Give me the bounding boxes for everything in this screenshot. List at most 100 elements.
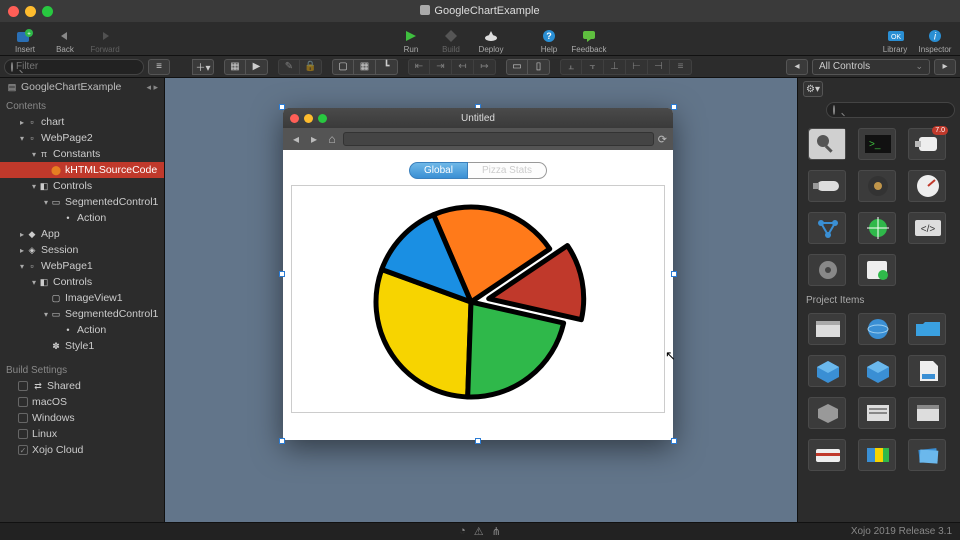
window-zoom[interactable]: [42, 6, 53, 17]
resize-handle[interactable]: [279, 438, 285, 444]
status-warning-icon[interactable]: ⚠: [474, 525, 484, 538]
connector-icon[interactable]: [808, 170, 846, 202]
cube-icon[interactable]: [808, 355, 846, 387]
view-code-button[interactable]: ▶: [246, 59, 268, 75]
form-icon[interactable]: [858, 397, 896, 429]
nav-fwd-icon[interactable]: ▸: [307, 132, 321, 146]
checkbox[interactable]: [18, 429, 28, 439]
usb-icon[interactable]: 7.0: [908, 128, 946, 160]
globe-arrows-icon[interactable]: [858, 212, 896, 244]
lock-button[interactable]: 🔒: [300, 59, 322, 75]
resize-handle[interactable]: [475, 438, 481, 444]
view-layout-button[interactable]: ▦: [224, 59, 246, 75]
status-rss-icon[interactable]: ⋔: [492, 525, 501, 538]
box-icon[interactable]: [808, 397, 846, 429]
forward-button[interactable]: Forward: [86, 22, 124, 54]
gauge-icon[interactable]: [908, 170, 946, 202]
window-minimize[interactable]: [25, 6, 36, 17]
navigator-filter[interactable]: [4, 59, 144, 75]
window-icon[interactable]: [808, 313, 846, 345]
preview-window[interactable]: Untitled ◂ ▸ ⌂ ⟳ GlobalPizza Stats: [283, 108, 673, 440]
nav-item-constants[interactable]: ▾πConstants: [0, 146, 164, 162]
nav-item-webpage2[interactable]: ▾▫WebPage2: [0, 130, 164, 146]
build-target-shared[interactable]: ⇄Shared: [0, 378, 164, 394]
home-icon[interactable]: ⌂: [325, 132, 339, 146]
nav-item-session[interactable]: ▸◈Session: [0, 242, 164, 258]
globe-icon[interactable]: [858, 313, 896, 345]
reload-icon[interactable]: ⟳: [658, 133, 667, 146]
back-button[interactable]: Back: [46, 22, 84, 54]
build-button[interactable]: Build: [432, 22, 470, 54]
order-tool-4[interactable]: ↦: [474, 59, 496, 75]
library-gear-icon[interactable]: ⚙▾: [803, 81, 823, 97]
run-button[interactable]: Run: [392, 22, 430, 54]
nav-item-khtmlsourcecode[interactable]: ⬤kHTMLSourceCode: [0, 162, 164, 178]
help-button[interactable]: ? Help: [530, 22, 568, 54]
deploy-button[interactable]: Deploy: [472, 22, 510, 54]
feedback-button[interactable]: Feedback: [570, 22, 608, 54]
edit-tool-1[interactable]: ✎: [278, 59, 300, 75]
project-header[interactable]: ▤ GoogleChartExample ◂ ▸: [0, 78, 164, 96]
canvas-tool-2[interactable]: ▦: [354, 59, 376, 75]
library-prev[interactable]: ◂: [786, 59, 808, 75]
nav-item-action[interactable]: •Action: [0, 210, 164, 226]
resize-handle[interactable]: [671, 438, 677, 444]
layout-canvas[interactable]: Untitled ◂ ▸ ⌂ ⟳ GlobalPizza Stats ↖: [165, 78, 797, 522]
build-target-linux[interactable]: Linux: [0, 426, 164, 442]
nav-item-style1[interactable]: ✽Style1: [0, 338, 164, 354]
align-tool-3[interactable]: ⊥: [604, 59, 626, 75]
align-tool-2[interactable]: ⫟: [582, 59, 604, 75]
address-bar[interactable]: [343, 132, 654, 146]
code-tag-icon[interactable]: </>: [908, 212, 946, 244]
build-target-macos[interactable]: macOS: [0, 394, 164, 410]
file-icon[interactable]: [908, 355, 946, 387]
library-filter-dropdown[interactable]: All Controls: [812, 59, 930, 75]
cube2-icon[interactable]: [858, 355, 896, 387]
card-icon[interactable]: [808, 439, 846, 471]
order-tool-1[interactable]: ⇤: [408, 59, 430, 75]
canvas-tool-1[interactable]: ▢: [332, 59, 354, 75]
align-tool-1[interactable]: ⫠: [560, 59, 582, 75]
checkbox[interactable]: [18, 397, 28, 407]
nav-item-segmentedcontrol1[interactable]: ▾▭SegmentedControl1: [0, 194, 164, 210]
library-button[interactable]: OK Library: [876, 22, 914, 54]
segment-global[interactable]: Global: [409, 162, 468, 179]
nav-item-segmentedcontrol1[interactable]: ▾▭SegmentedControl1: [0, 306, 164, 322]
images-icon[interactable]: [908, 439, 946, 471]
fill-tool-2[interactable]: ▯: [528, 59, 550, 75]
checkbox[interactable]: ✓: [18, 445, 28, 455]
reel-icon[interactable]: [858, 170, 896, 202]
align-tool-6[interactable]: ≡: [670, 59, 692, 75]
share-icon[interactable]: [808, 212, 846, 244]
nav-back-icon[interactable]: ◂: [289, 132, 303, 146]
build-target-windows[interactable]: Windows: [0, 410, 164, 426]
insert-button[interactable]: + Insert: [6, 22, 44, 54]
order-tool-2[interactable]: ⇥: [430, 59, 452, 75]
nav-item-controls[interactable]: ▾◧Controls: [0, 274, 164, 290]
script-icon[interactable]: [858, 254, 896, 286]
fill-tool-1[interactable]: ▭: [506, 59, 528, 75]
inspector-button[interactable]: i Inspector: [916, 22, 954, 54]
canvas-tool-3[interactable]: ┗: [376, 59, 398, 75]
library-search-input[interactable]: [838, 105, 960, 116]
filter-input[interactable]: [16, 61, 148, 72]
resize-handle[interactable]: [279, 271, 285, 277]
menu-icon[interactable]: ≡: [148, 59, 170, 75]
nav-item-action[interactable]: •Action: [0, 322, 164, 338]
dialog-icon[interactable]: [908, 397, 946, 429]
nav-item-chart[interactable]: ▸▫chart: [0, 114, 164, 130]
order-tool-3[interactable]: ↤: [452, 59, 474, 75]
nav-item-controls[interactable]: ▾◧Controls: [0, 178, 164, 194]
nav-item-app[interactable]: ▸◆App: [0, 226, 164, 242]
checkbox[interactable]: [18, 413, 28, 423]
nav-item-webpage1[interactable]: ▾▫WebPage1: [0, 258, 164, 274]
nav-item-imageview1[interactable]: ▢ImageView1: [0, 290, 164, 306]
folder-icon[interactable]: [908, 313, 946, 345]
gear-large-icon[interactable]: [808, 254, 846, 286]
resize-handle[interactable]: [671, 271, 677, 277]
segment-pizza-stats[interactable]: Pizza Stats: [468, 162, 547, 179]
add-tab-button[interactable]: ＋▾: [192, 59, 214, 75]
search-control-icon[interactable]: [808, 128, 846, 160]
status-icon-1[interactable]: ◔: [459, 525, 466, 538]
checkbox[interactable]: [18, 381, 28, 391]
